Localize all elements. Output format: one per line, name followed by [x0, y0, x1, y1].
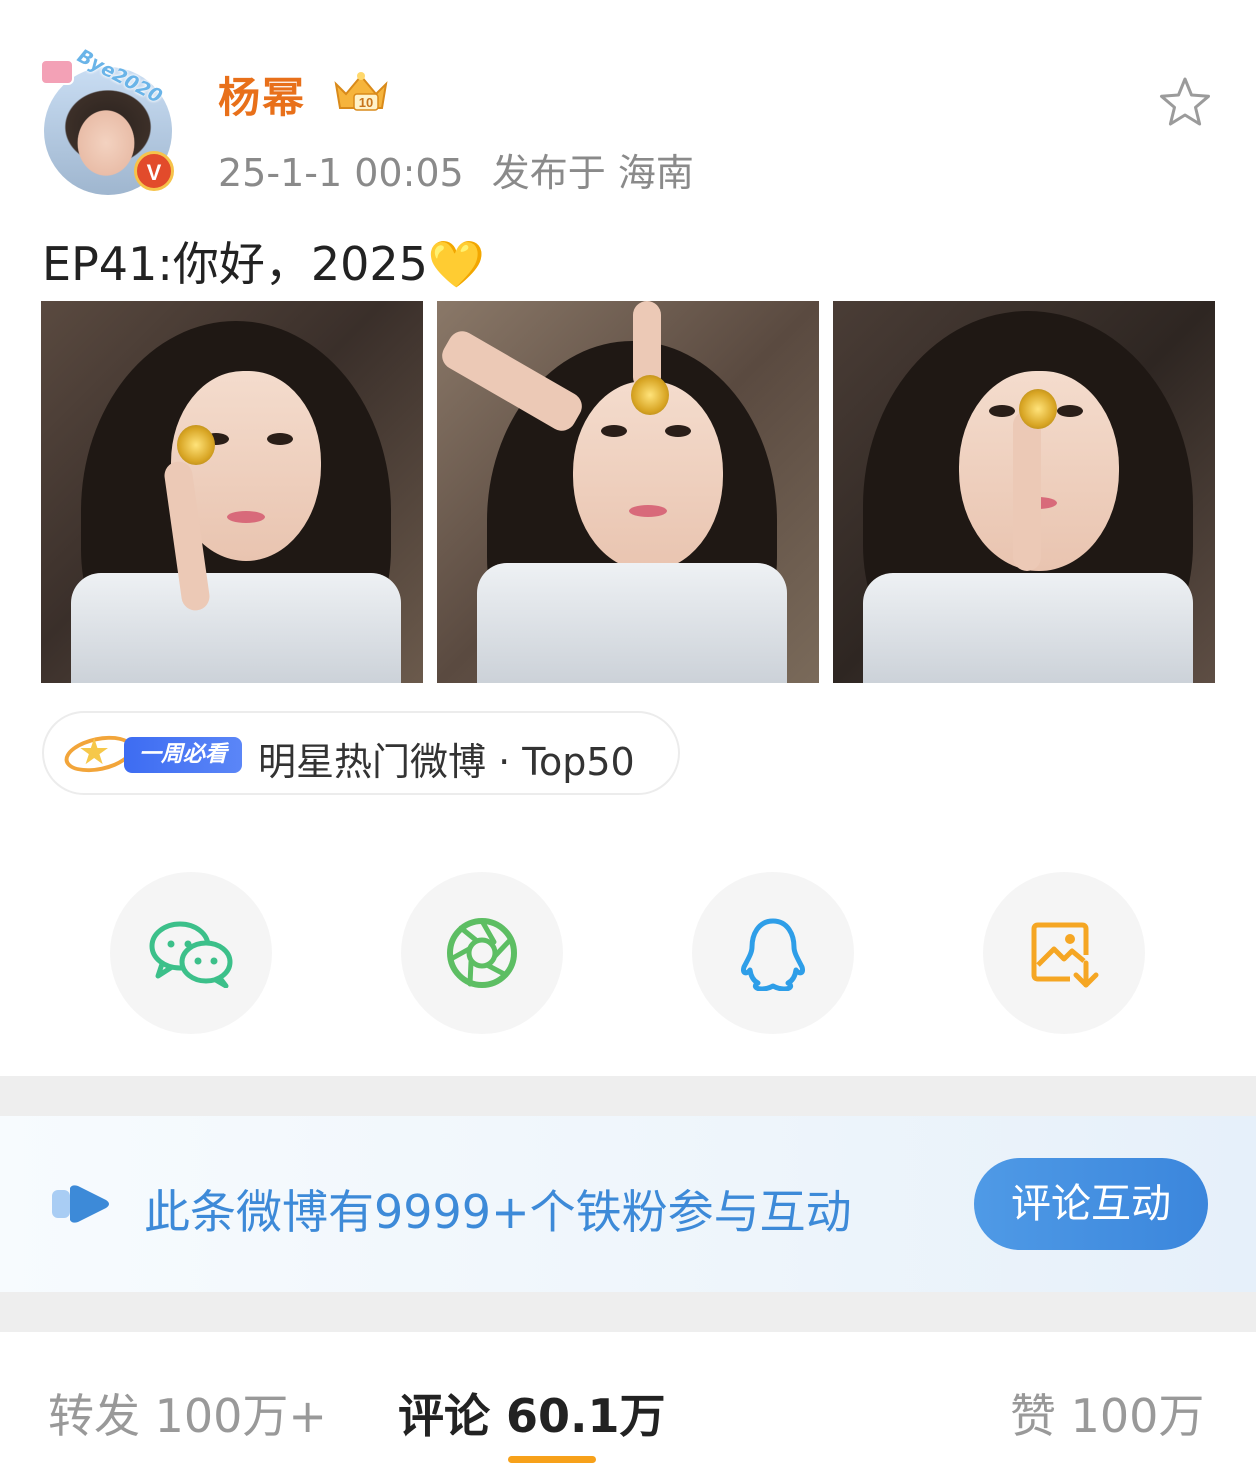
hot-topic-tag[interactable]: ★ 一周必看 明星热门微博 · Top50: [42, 711, 680, 795]
comment-count: 60.1万: [506, 1389, 666, 1443]
post-location: 发布于 海南: [491, 151, 694, 195]
like-count: 100万: [1070, 1389, 1205, 1443]
tag-text: 明星热门微博 · Top50: [258, 740, 635, 784]
post-image-1[interactable]: [41, 301, 423, 683]
repost-count: 100万+: [154, 1389, 327, 1443]
post-image-3[interactable]: [833, 301, 1215, 683]
share-wechat-button[interactable]: [110, 872, 272, 1034]
post-image-2[interactable]: [437, 301, 819, 683]
wechat-icon: [149, 921, 233, 988]
crown-level-icon: 10: [334, 72, 388, 111]
weekly-must-see-badge: ★ 一周必看: [61, 730, 242, 778]
fan-interaction-text: 此条微博有9999+个铁粉参与互动: [144, 1185, 852, 1239]
qq-icon: [741, 918, 805, 991]
comment-label: 评论: [398, 1389, 490, 1443]
repost-label: 转发: [48, 1389, 140, 1443]
post-timestamp: 25-1-1 00:05: [218, 151, 464, 195]
avatar[interactable]: Bye2020 V: [40, 45, 180, 195]
active-tab-indicator: [508, 1456, 596, 1463]
svg-text:10: 10: [359, 95, 373, 110]
post-text: EP41:你好，2025💛: [42, 237, 486, 291]
star-icon: ★: [78, 732, 111, 773]
share-qq-button[interactable]: [692, 872, 854, 1034]
section-divider: [0, 1076, 1256, 1116]
save-image-icon: [1031, 922, 1099, 988]
favorite-star-icon[interactable]: [1156, 74, 1214, 132]
post-meta: 25-1-1 00:05 发布于 海南: [218, 142, 694, 197]
tab-like[interactable]: 赞 100万: [1010, 1380, 1204, 1446]
fan-interaction-banner: 此条微博有9999+个铁粉参与互动 评论互动: [0, 1116, 1256, 1292]
tab-comment[interactable]: 评论 60.1万: [398, 1380, 666, 1446]
save-image-button[interactable]: [983, 872, 1145, 1034]
play-arrow-icon: [52, 1185, 109, 1223]
share-moments-button[interactable]: [401, 872, 563, 1034]
badge-label: 一周必看: [124, 737, 242, 773]
tab-repost[interactable]: 转发 100万+: [48, 1380, 327, 1446]
verified-badge: V: [134, 151, 174, 191]
section-divider: [0, 1292, 1256, 1332]
moments-icon: [447, 918, 517, 988]
camera-sticker-icon: [40, 59, 74, 85]
comment-interact-button[interactable]: 评论互动: [974, 1158, 1208, 1250]
author-name[interactable]: 杨幂: [218, 64, 306, 125]
like-label: 赞: [1010, 1389, 1056, 1443]
